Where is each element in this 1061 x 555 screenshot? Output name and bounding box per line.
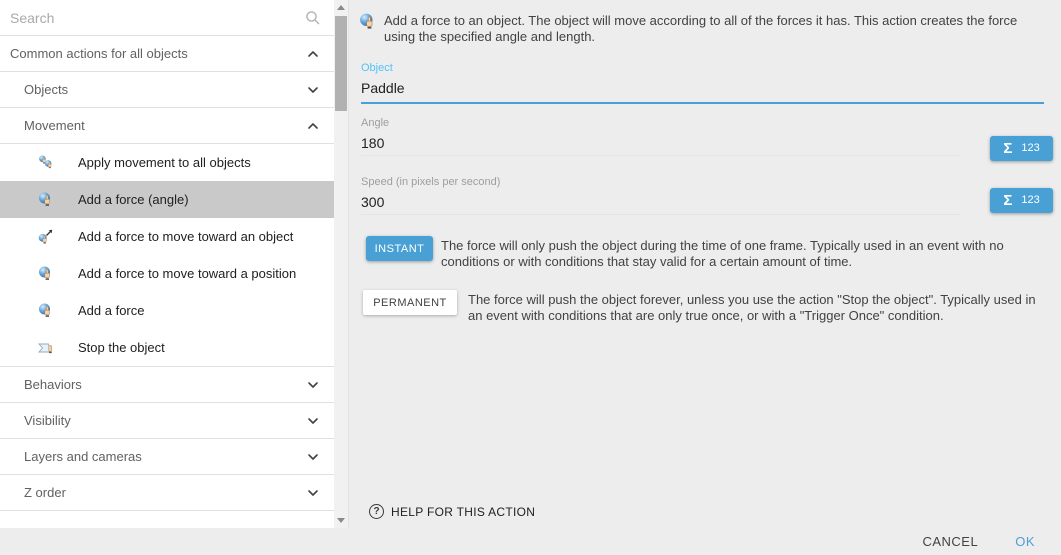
- sidebar-section-objects[interactable]: Objects: [0, 72, 334, 108]
- force-toward-object-icon: [38, 229, 54, 245]
- sidebar-item-add-force-angle[interactable]: Add a force (angle): [0, 181, 334, 218]
- sidebar-section-common-actions[interactable]: Common actions for all objects: [0, 36, 334, 72]
- speed-field: Speed (in pixels per second): [361, 176, 1044, 215]
- action-description-row: Add a force to an object. The object wil…: [359, 10, 1039, 45]
- chevron-down-icon: [307, 417, 319, 425]
- section-label: Common actions for all objects: [10, 46, 188, 61]
- add-force-angle-icon: [38, 192, 54, 208]
- item-label: Add a force to move toward an object: [78, 229, 293, 244]
- object-input[interactable]: [361, 77, 1044, 104]
- item-label: Add a force: [78, 303, 145, 318]
- item-label: Add a force (angle): [78, 192, 189, 207]
- sidebar-section-behaviors[interactable]: Behaviors: [0, 367, 334, 403]
- sidebar-item-stop-the-object[interactable]: Stop the object: [0, 329, 334, 366]
- chevron-up-icon: [307, 50, 319, 58]
- permanent-button[interactable]: PERMANENT: [363, 290, 457, 315]
- cancel-button[interactable]: CANCEL: [922, 534, 978, 549]
- movement-items-block: Apply movement to all objects Add a forc…: [0, 144, 334, 367]
- chevron-down-icon: [307, 489, 319, 497]
- section-label: Behaviors: [24, 377, 82, 392]
- expression-123-label: 123: [1021, 143, 1039, 154]
- item-label: Add a force to move toward a position: [78, 266, 296, 281]
- new-action-dialog: Common actions for all objects Objects M…: [0, 0, 1061, 555]
- sidebar-section-layers-and-cameras[interactable]: Layers and cameras: [0, 439, 334, 475]
- sidebar-section-visibility[interactable]: Visibility: [0, 403, 334, 439]
- scrollbar-up-arrow[interactable]: [334, 0, 348, 15]
- angle-field: Angle: [361, 117, 1044, 156]
- help-for-this-action-link[interactable]: ? HELP FOR THIS ACTION: [369, 504, 535, 519]
- angle-field-label: Angle: [361, 117, 1044, 129]
- speed-field-label: Speed (in pixels per second): [361, 176, 1044, 188]
- sidebar-item-add-force-toward-position[interactable]: Add a force to move toward a position: [0, 255, 334, 292]
- expression-123-label: 123: [1021, 195, 1039, 206]
- object-field-label: Object: [361, 62, 1044, 74]
- sidebar-scrollbar[interactable]: [334, 0, 348, 528]
- stop-object-icon: [38, 340, 54, 356]
- sigma-icon: Σ: [1003, 193, 1012, 208]
- search-input[interactable]: [10, 10, 280, 26]
- instant-description: The force will only push the object duri…: [441, 238, 1041, 270]
- chevron-down-icon: [307, 381, 319, 389]
- speed-input[interactable]: [361, 191, 961, 215]
- chevron-down-icon: [307, 453, 319, 461]
- instant-button[interactable]: INSTANT: [366, 236, 433, 261]
- add-force-icon: [359, 12, 377, 32]
- force-toward-position-icon: [38, 266, 54, 282]
- dialog-footer: CANCEL OK: [0, 528, 1061, 555]
- search-row: [0, 0, 334, 36]
- sidebar-item-apply-movement-to-all-objects[interactable]: Apply movement to all objects: [0, 144, 334, 181]
- permanent-description: The force will push the object forever, …: [468, 292, 1036, 324]
- permanent-mode-row: PERMANENT The force will push the object…: [363, 290, 1036, 324]
- chevron-up-icon: [307, 122, 319, 130]
- sigma-icon: Σ: [1003, 141, 1012, 156]
- instant-mode-row: INSTANT The force will only push the obj…: [366, 236, 1041, 270]
- help-question-icon: ?: [369, 504, 384, 519]
- section-label: Movement: [24, 118, 85, 133]
- speed-expression-editor-button[interactable]: Σ 123: [990, 188, 1053, 213]
- section-label: Visibility: [24, 413, 71, 428]
- apply-movement-to-all-icon: [38, 155, 54, 171]
- item-label: Apply movement to all objects: [78, 155, 251, 170]
- add-force-icon: [38, 303, 54, 319]
- chevron-down-icon: [307, 86, 319, 94]
- ok-button[interactable]: OK: [1015, 534, 1035, 549]
- scrollbar-down-arrow[interactable]: [334, 513, 348, 528]
- sidebar-section-movement[interactable]: Movement: [0, 108, 334, 144]
- instruction-list-sidebar: Common actions for all objects Objects M…: [0, 0, 334, 528]
- angle-input[interactable]: [361, 132, 961, 156]
- section-label: Objects: [24, 82, 68, 97]
- help-label: HELP FOR THIS ACTION: [391, 505, 535, 519]
- action-description: Add a force to an object. The object wil…: [384, 10, 1039, 45]
- sidebar-item-add-a-force[interactable]: Add a force: [0, 292, 334, 329]
- section-label: Z order: [24, 485, 66, 500]
- section-label: Layers and cameras: [24, 449, 142, 464]
- item-label: Stop the object: [78, 340, 165, 355]
- scrollbar-thumb[interactable]: [335, 16, 347, 111]
- sidebar-item-add-force-toward-object[interactable]: Add a force to move toward an object: [0, 218, 334, 255]
- sidebar-section-z-order[interactable]: Z order: [0, 475, 334, 511]
- object-field: Object: [361, 62, 1044, 104]
- action-config-panel: Add a force to an object. The object wil…: [348, 0, 1061, 528]
- search-icon: [305, 10, 321, 26]
- angle-expression-editor-button[interactable]: Σ 123: [990, 136, 1053, 161]
